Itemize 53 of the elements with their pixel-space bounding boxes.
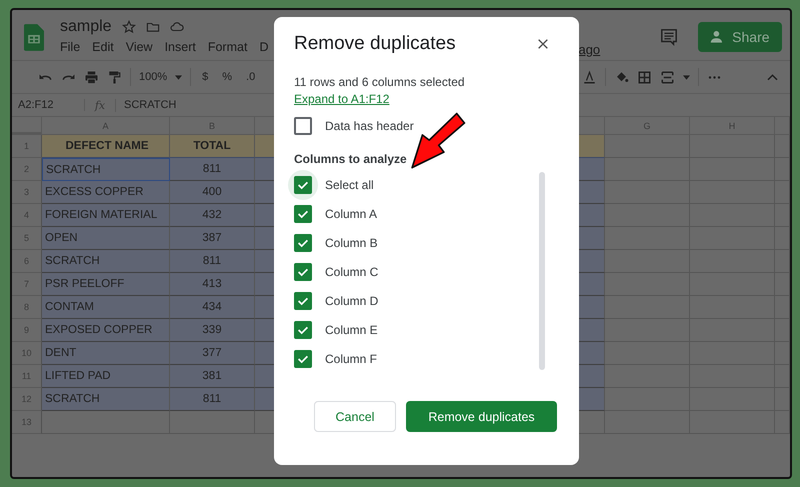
table-cell: 413 [170, 273, 255, 296]
document-title[interactable]: sample [60, 18, 112, 36]
table-cell: TOTAL [170, 135, 255, 158]
table-cell: CONTAM [42, 296, 170, 319]
menu-item[interactable]: Edit [92, 40, 114, 54]
table-cell: EXPOSED COPPER [42, 319, 170, 342]
share-button[interactable]: Share [698, 22, 782, 52]
menu-item[interactable]: View [126, 40, 153, 54]
table-cell: 377 [170, 342, 255, 365]
checkbox-label[interactable]: Column C [325, 264, 378, 278]
table-cell: OPEN [42, 227, 170, 250]
formula-field[interactable]: SCRATCH [116, 99, 176, 111]
checkbox-label[interactable]: Column F [325, 352, 378, 366]
table-cell: PSR PEELOFF [42, 273, 170, 296]
table-cell: 339 [170, 319, 255, 342]
checkbox-label[interactable]: Column A [325, 206, 378, 220]
menu-item[interactable]: Insert [164, 40, 196, 54]
format-button[interactable]: % [222, 71, 232, 83]
table-cell: 387 [170, 227, 255, 250]
zoom-select[interactable]: 100% [139, 71, 168, 83]
format-button[interactable]: .0 [246, 71, 256, 83]
dialog-title: Remove duplicates [294, 33, 456, 55]
format-button[interactable]: $ [202, 71, 208, 83]
section-heading: Columns to analyze [294, 152, 407, 166]
table-cell: 811 [170, 388, 255, 411]
table-cell: SCRATCH [42, 158, 170, 181]
remove-duplicates-button[interactable]: Remove duplicates [406, 401, 557, 432]
checkbox-label[interactable]: Column E [325, 322, 378, 336]
table-cell: 811 [170, 250, 255, 273]
menu-item[interactable]: Format [208, 40, 248, 54]
table-cell: LIFTED PAD [42, 365, 170, 388]
cancel-button[interactable]: Cancel [314, 401, 396, 432]
table-cell: DEFECT NAME [42, 135, 170, 158]
cell-reference[interactable]: A2:F12 [12, 99, 85, 111]
table-cell: EXCESS COPPER [42, 181, 170, 204]
checkbox-label[interactable]: Column D [325, 294, 378, 308]
table-cell: 811 [170, 158, 255, 181]
menu-item[interactable]: File [60, 40, 80, 54]
table-cell: DENT [42, 342, 170, 365]
expand-link[interactable]: Expand to A1:F12 [294, 92, 390, 106]
checkbox-label[interactable]: Data has header [325, 118, 414, 132]
table-cell: SCRATCH [42, 250, 170, 273]
table-cell: 432 [170, 204, 255, 227]
table-cell: 434 [170, 296, 255, 319]
menu-item[interactable]: D [259, 40, 268, 54]
table-cell: SCRATCH [42, 388, 170, 411]
table-cell: 400 [170, 181, 255, 204]
selection-summary: 11 rows and 6 columns selected [294, 75, 465, 89]
last-edit-link[interactable]: ago [578, 42, 600, 57]
checkbox-label[interactable]: Column B [325, 236, 378, 250]
checkbox-label[interactable]: Select all [325, 178, 374, 192]
table-cell: 381 [170, 365, 255, 388]
table-cell: FOREIGN MATERIAL [42, 204, 170, 227]
